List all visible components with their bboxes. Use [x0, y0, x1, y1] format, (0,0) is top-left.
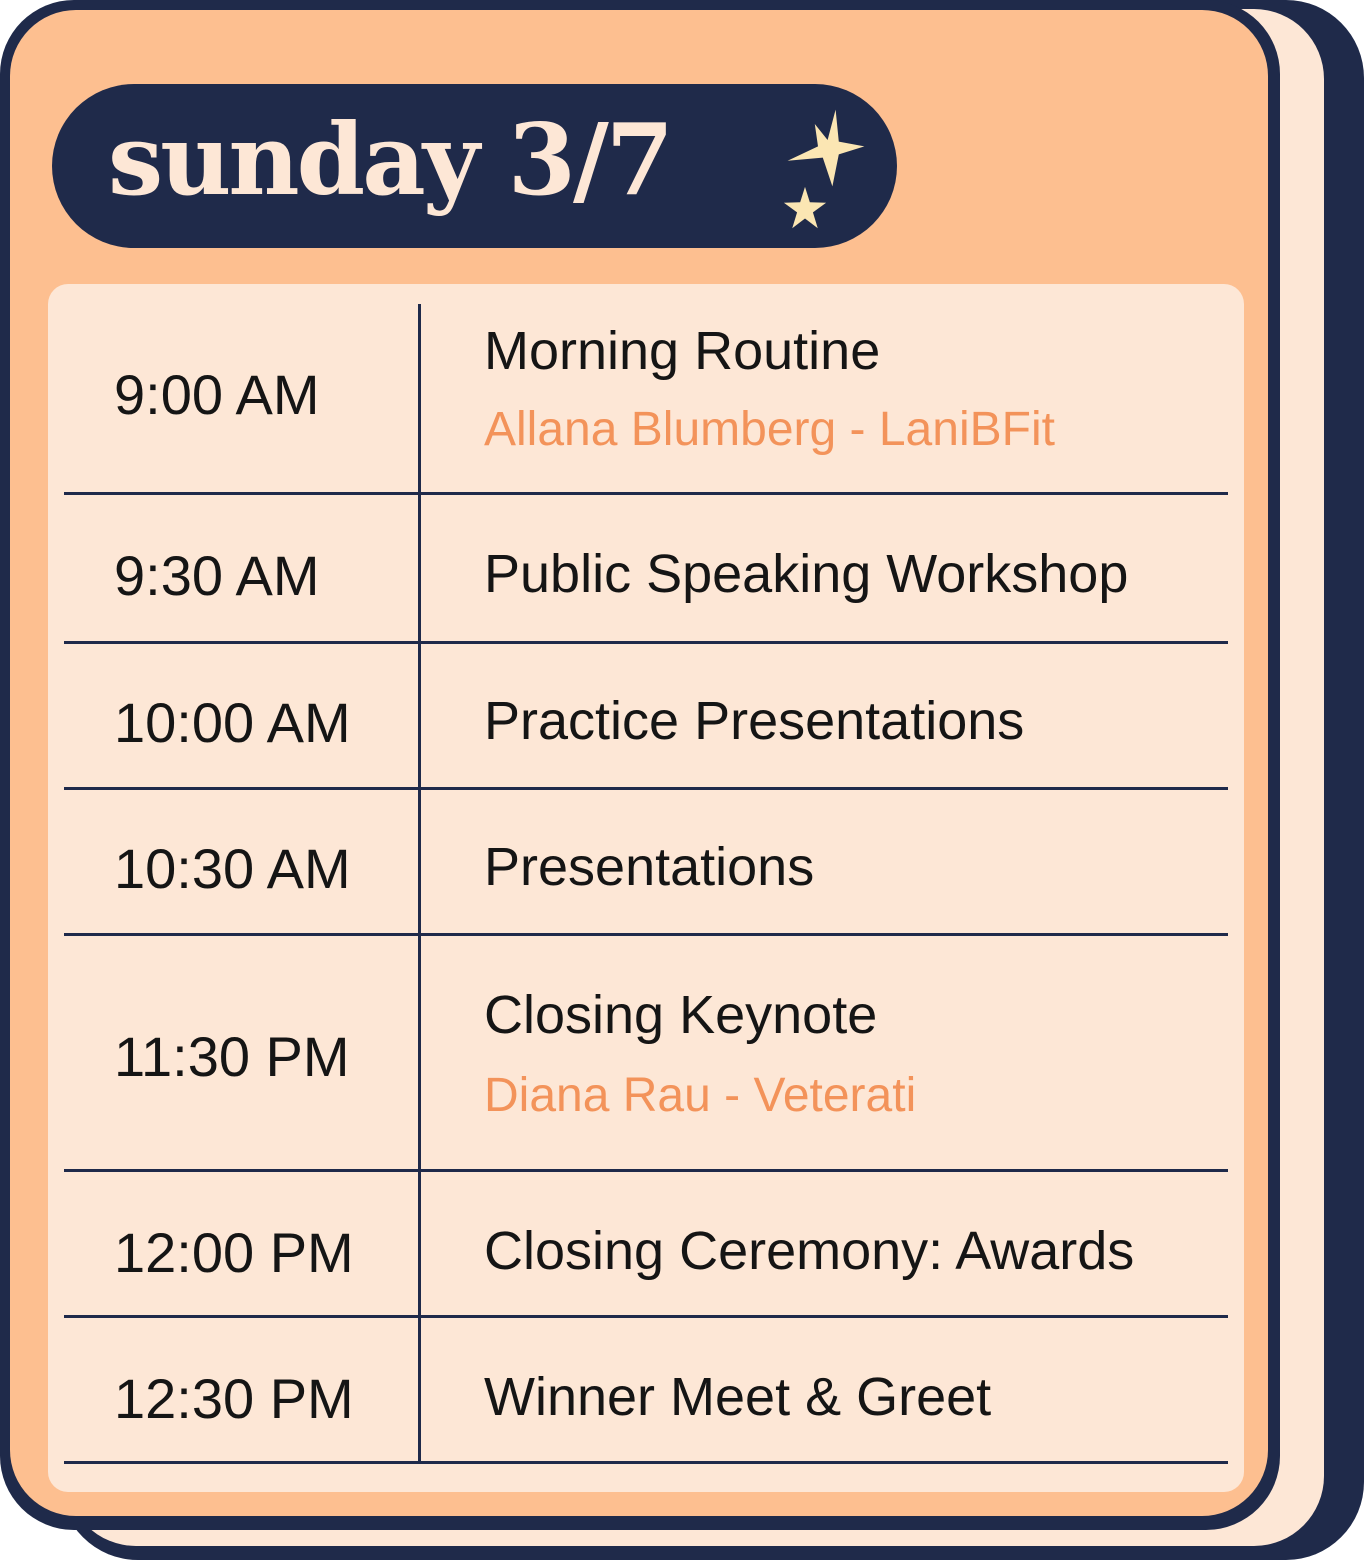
schedule-row: 9:00 AM Morning Routine Allana Blumberg … — [64, 304, 1228, 495]
event-title: Public Speaking Workshop — [484, 544, 1129, 604]
time-label: 9:30 AM — [114, 544, 320, 607]
schedule-row: 11:30 PM Closing Keynote Diana Rau - Vet… — [64, 936, 1228, 1172]
page-title: sunday 3/7 — [108, 103, 674, 218]
event-title: Presentations — [484, 837, 815, 897]
event-title: Morning Routine — [484, 321, 881, 381]
time-label: 9:00 AM — [114, 363, 320, 426]
event-speaker: Diana Rau - Veterati — [484, 1069, 917, 1122]
event-title: Winner Meet & Greet — [484, 1367, 992, 1427]
time-label: 10:00 AM — [114, 691, 351, 754]
event-title: Practice Presentations — [484, 691, 1025, 751]
schedule-row: 12:00 PM Closing Ceremony: Awards — [64, 1172, 1228, 1318]
time-label: 10:30 AM — [114, 837, 351, 900]
schedule-row: 10:30 AM Presentations — [64, 790, 1228, 936]
schedule-row: 10:00 AM Practice Presentations — [64, 644, 1228, 790]
schedule-row: 9:30 AM Public Speaking Workshop — [64, 495, 1228, 644]
star-icon — [783, 186, 827, 229]
time-label: 12:00 PM — [114, 1221, 354, 1284]
star-icon — [787, 109, 865, 187]
event-title: Closing Ceremony: Awards — [484, 1221, 1135, 1281]
schedule-row: 12:30 PM Winner Meet & Greet — [64, 1318, 1228, 1464]
event-speaker: Allana Blumberg - LaniBFit — [484, 403, 1055, 456]
time-label: 11:30 PM — [114, 1025, 350, 1088]
column-divider — [418, 304, 421, 1464]
event-title: Closing Keynote — [484, 985, 878, 1045]
time-label: 12:30 PM — [114, 1367, 354, 1430]
